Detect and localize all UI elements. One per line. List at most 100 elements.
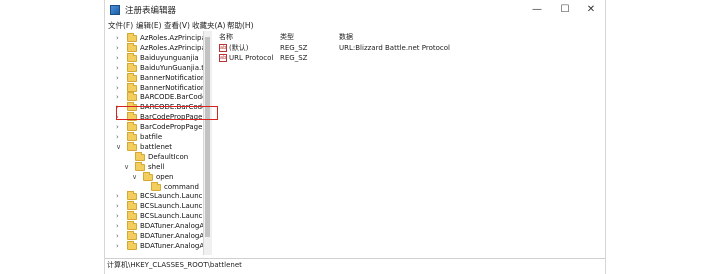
main-content: › AzRoles.AzPrincipalI › AzRoles.AzPrincipa… xyxy=(105,31,605,255)
folder-icon xyxy=(127,33,137,42)
value-row[interactable]: ab URL Protocol REG_SZ xyxy=(219,53,599,63)
folder-icon xyxy=(135,151,145,161)
collapse-arrow-icon[interactable]: ∨ xyxy=(124,162,132,172)
tree-item-label: BCSLaunch.Launche xyxy=(140,192,203,201)
collapse-arrow-icon[interactable]: ∨ xyxy=(116,142,124,152)
expand-arrow-icon[interactable]: › xyxy=(116,122,124,132)
tree-item-label: AzRoles.AzPrincipalI xyxy=(140,34,204,42)
registry-tree-pane: › AzRoles.AzPrincipalI › AzRoles.AzPrincipa… xyxy=(105,31,204,255)
tree-item-label: battlenet xyxy=(140,142,172,151)
tree-item[interactable]: DefaultIcon xyxy=(105,151,203,162)
values-list-pane: 名称 类型 数据 ab (默认) REG_SZ URL:Blizzard Bat… xyxy=(213,31,605,255)
expand-arrow-icon[interactable]: › xyxy=(116,92,124,102)
expand-arrow-icon[interactable]: › xyxy=(116,191,124,201)
expand-arrow-icon[interactable]: › xyxy=(116,53,124,63)
regedit-app-icon xyxy=(110,5,120,15)
tree-item[interactable]: › BDATuner.AnalogAu xyxy=(105,221,203,231)
tree-item-label: open xyxy=(156,172,174,181)
close-button[interactable]: ✕ xyxy=(579,2,603,18)
column-header-type[interactable]: 类型 xyxy=(280,32,294,42)
tree-item[interactable]: › BCSLaunch.Launche xyxy=(105,211,203,221)
expand-arrow-icon[interactable]: › xyxy=(116,33,124,43)
highlight-box xyxy=(116,106,218,120)
value-type: REG_SZ xyxy=(280,44,308,52)
tree-item[interactable]: ∨ shell xyxy=(105,161,203,172)
collapse-arrow-icon[interactable]: ∨ xyxy=(132,172,140,182)
folder-icon xyxy=(127,240,137,250)
maximize-button[interactable]: ☐ xyxy=(553,2,577,18)
folder-icon xyxy=(127,62,137,72)
folder-icon xyxy=(127,132,137,141)
folder-icon xyxy=(127,122,137,132)
tree-item-label: BannerNotificationH xyxy=(140,73,204,82)
expand-arrow-icon[interactable]: › xyxy=(116,231,124,241)
expand-arrow-icon[interactable]: › xyxy=(116,73,124,83)
folder-icon xyxy=(127,221,137,231)
string-value-icon: ab xyxy=(219,54,227,62)
expand-arrow-icon[interactable]: › xyxy=(116,241,124,251)
value-name: URL Protocol xyxy=(229,54,274,62)
expand-arrow-icon[interactable]: › xyxy=(116,83,124,93)
value-data: URL:Blizzard Battle.net Protocol xyxy=(339,44,450,52)
title-bar[interactable]: 注册表编辑器 — ☐ ✕ xyxy=(105,0,605,20)
tree-item[interactable]: › BannerNotificationH xyxy=(105,72,204,83)
tree-item-label: AzRoles.AzPrincipalI xyxy=(140,43,204,52)
tree-item[interactable]: › BARCODE.BarCodeC xyxy=(105,92,203,102)
tree-item-label: BannerNotificationH xyxy=(140,83,204,92)
folder-icon xyxy=(127,92,137,102)
tree-item[interactable]: › Baiduyunguanjia xyxy=(105,52,203,63)
expand-arrow-icon[interactable]: › xyxy=(116,43,124,53)
tree-item[interactable]: › BannerNotificationH xyxy=(105,82,204,93)
tree-item[interactable]: › BCSLaunch.Launche xyxy=(105,191,203,201)
tree-item-label: Baiduyunguanjia xyxy=(140,53,199,62)
registry-editor-window: 注册表编辑器 — ☐ ✕ 文件(F) 编辑(E) 查看(V) 收藏夹(A) 帮助… xyxy=(104,0,606,274)
tree-item-label: batfile xyxy=(140,133,163,141)
expand-arrow-icon[interactable]: › xyxy=(116,211,124,221)
folder-icon xyxy=(127,82,137,92)
folder-icon xyxy=(127,72,137,82)
value-row[interactable]: ab (默认) REG_SZ URL:Blizzard Battle.net P… xyxy=(219,43,599,53)
expand-arrow-icon[interactable]: › xyxy=(116,132,124,142)
tree-item[interactable]: › AzRoles.AzPrincipalI xyxy=(105,33,203,43)
folder-icon xyxy=(127,231,137,240)
folder-icon xyxy=(151,181,161,191)
string-value-icon: ab xyxy=(219,44,227,52)
tree-item[interactable]: › AzRoles.AzPrincipalI xyxy=(105,42,204,53)
tree-item[interactable]: ∨ open xyxy=(105,171,203,182)
tree-item[interactable]: › batfile xyxy=(105,132,203,142)
tree-item-label: BaiduYunGuanjia.tor xyxy=(140,63,203,72)
folder-icon xyxy=(127,191,137,201)
tree-item-label: command xyxy=(164,182,199,191)
value-type: REG_SZ xyxy=(280,54,308,62)
expand-arrow-icon[interactable]: › xyxy=(116,201,124,211)
folder-icon xyxy=(127,211,137,221)
tree-item-label: BCSLaunch.Launche xyxy=(140,202,203,211)
tree-item[interactable]: › BarCodePropPage.B xyxy=(105,122,203,132)
tree-item-label: BCSLaunch.Launche xyxy=(140,212,203,221)
value-name: (默认) xyxy=(229,44,249,52)
tree-item[interactable]: › BaiduYunGuanjia.tor xyxy=(105,62,203,73)
expand-arrow-icon[interactable]: › xyxy=(116,63,124,73)
tree-item-label: shell xyxy=(148,162,165,171)
column-header-name[interactable]: 名称 xyxy=(219,32,233,42)
tree-scrollbar-thumb[interactable] xyxy=(205,37,210,237)
minimize-button[interactable]: — xyxy=(525,2,549,18)
tree-item-label: DefaultIcon xyxy=(148,152,189,161)
tree-item-label: BarCodePropPage.B xyxy=(140,123,204,132)
folder-icon xyxy=(127,201,137,211)
tree-item[interactable]: › BDATuner.AnalogAu xyxy=(105,240,203,251)
tree-item-label: BARCODE.BarCodeC xyxy=(140,93,203,102)
tree-item-label: BDATuner.AnalogAu xyxy=(140,232,204,240)
expand-arrow-icon[interactable]: › xyxy=(116,221,124,231)
window-title: 注册表编辑器 xyxy=(125,6,177,16)
tree-item-battlenet[interactable]: ∨ battlenet xyxy=(105,141,203,152)
tree-item[interactable]: › BCSLaunch.Launche xyxy=(105,201,203,211)
folder-icon xyxy=(143,171,153,181)
folder-icon xyxy=(135,161,145,171)
folder-icon xyxy=(127,42,137,52)
tree-item[interactable]: command xyxy=(105,181,203,192)
column-header-data[interactable]: 数据 xyxy=(339,32,353,42)
tree-item[interactable]: › BDATuner.AnalogAu xyxy=(105,231,203,241)
folder-icon xyxy=(127,52,137,62)
tree-scrollbar[interactable] xyxy=(203,31,212,255)
